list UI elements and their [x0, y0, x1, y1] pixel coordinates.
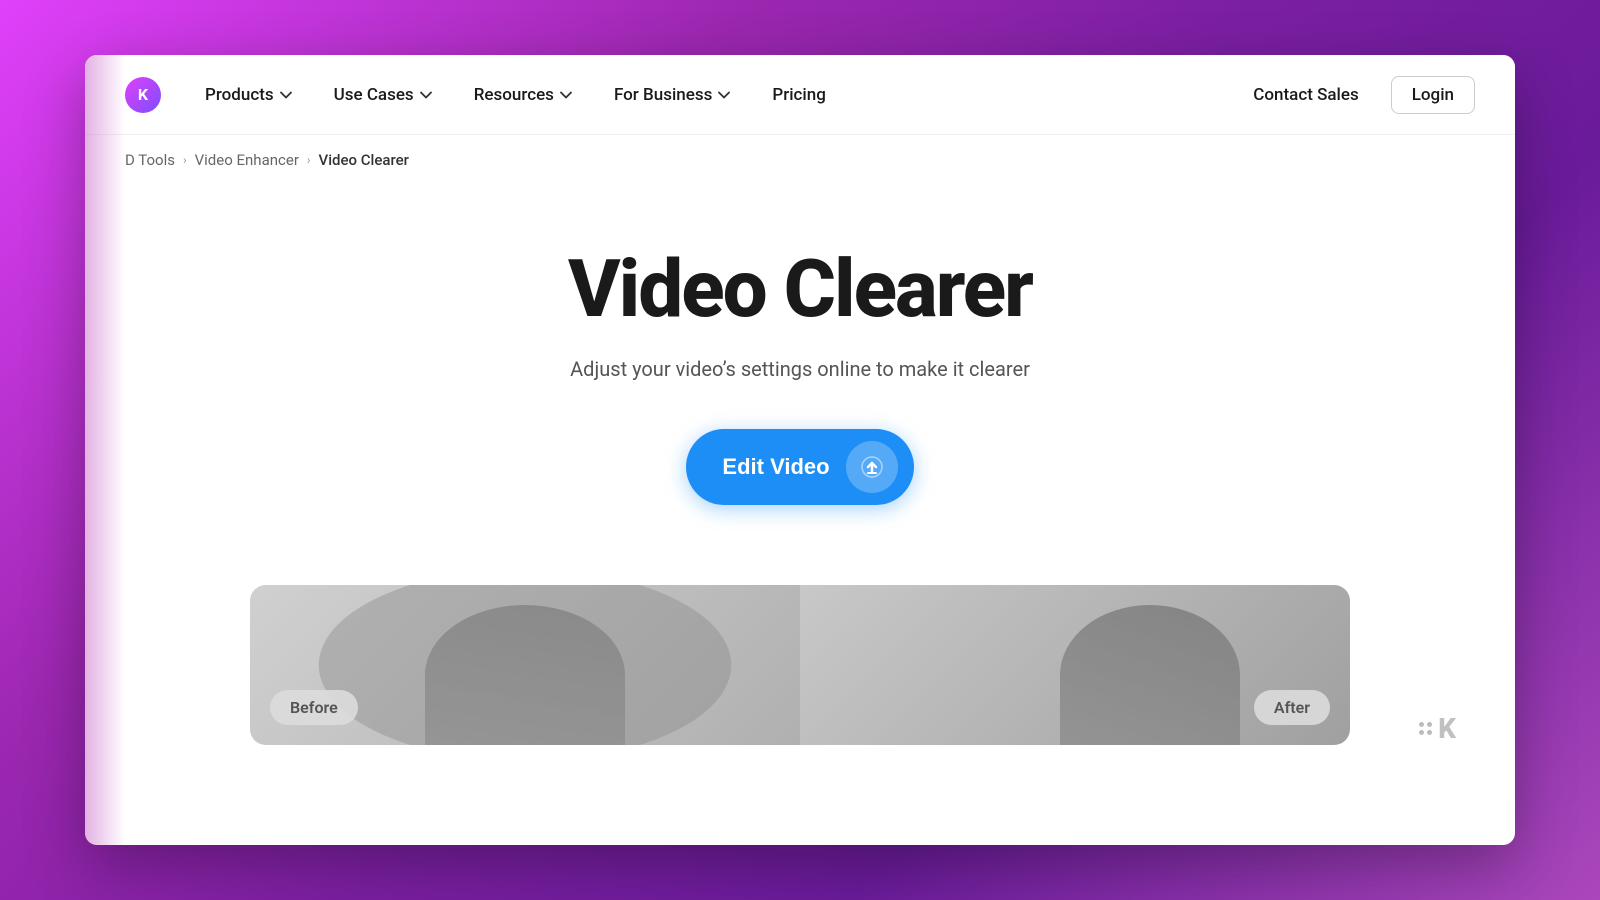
- breadcrumb: D Tools › Video Enhancer › Video Clearer: [85, 135, 1515, 185]
- breadcrumb-video-enhancer[interactable]: Video Enhancer: [195, 151, 299, 169]
- watermark-dots: [1419, 722, 1432, 735]
- navbar-left: K Products Use Cases: [125, 77, 842, 113]
- browser-window: K Products Use Cases: [85, 55, 1515, 845]
- after-panel: After: [800, 585, 1350, 745]
- before-label: Before: [270, 690, 358, 725]
- before-silhouette: [425, 605, 625, 745]
- chevron-down-icon: [716, 87, 732, 103]
- chevron-down-icon: [278, 87, 294, 103]
- cta-label: Edit Video: [722, 454, 829, 480]
- nav-item-for-business[interactable]: For Business: [598, 77, 748, 113]
- upload-icon: [860, 455, 884, 479]
- chevron-down-icon: [418, 87, 434, 103]
- watermark-dot-2: [1427, 722, 1432, 727]
- contact-sales-button[interactable]: Contact Sales: [1237, 77, 1374, 113]
- nav-item-resources[interactable]: Resources: [458, 77, 590, 113]
- watermark-dot-3: [1419, 730, 1424, 735]
- before-after-section: Before After K: [85, 565, 1515, 765]
- login-button[interactable]: Login: [1391, 76, 1475, 114]
- edit-video-button[interactable]: Edit Video: [686, 429, 913, 505]
- logo[interactable]: K: [125, 77, 161, 113]
- navbar-right: Contact Sales Login: [1237, 76, 1475, 114]
- nav-label-pricing: Pricing: [772, 85, 826, 105]
- nav-items: Products Use Cases: [189, 77, 842, 113]
- nav-item-products[interactable]: Products: [189, 77, 310, 113]
- before-panel: Before: [250, 585, 800, 745]
- watermark-letter: K: [1438, 712, 1455, 745]
- nav-label-use-cases: Use Cases: [334, 85, 414, 105]
- nav-item-pricing[interactable]: Pricing: [756, 77, 842, 113]
- after-silhouette: [1060, 605, 1240, 745]
- before-after-container: Before After: [250, 585, 1350, 745]
- logo-letter: K: [138, 85, 148, 104]
- nav-item-use-cases[interactable]: Use Cases: [318, 77, 450, 113]
- after-label: After: [1254, 690, 1330, 725]
- breadcrumb-d-tools[interactable]: D Tools: [125, 151, 175, 169]
- page-title: Video Clearer: [568, 245, 1032, 333]
- chevron-down-icon: [558, 87, 574, 103]
- navbar: K Products Use Cases: [85, 55, 1515, 135]
- breadcrumb-separator-2: ›: [307, 153, 311, 167]
- nav-label-resources: Resources: [474, 85, 554, 105]
- nav-label-for-business: For Business: [614, 85, 712, 105]
- breadcrumb-separator-1: ›: [183, 153, 187, 167]
- page-subtitle: Adjust your video’s settings online to m…: [570, 357, 1030, 381]
- watermark: K: [1419, 712, 1455, 745]
- watermark-dot-1: [1419, 722, 1424, 727]
- watermark-dot-4: [1427, 730, 1432, 735]
- main-content: Video Clearer Adjust your video’s settin…: [85, 185, 1515, 765]
- breadcrumb-video-clearer: Video Clearer: [319, 151, 409, 169]
- nav-label-products: Products: [205, 85, 274, 105]
- upload-icon-circle: [846, 441, 898, 493]
